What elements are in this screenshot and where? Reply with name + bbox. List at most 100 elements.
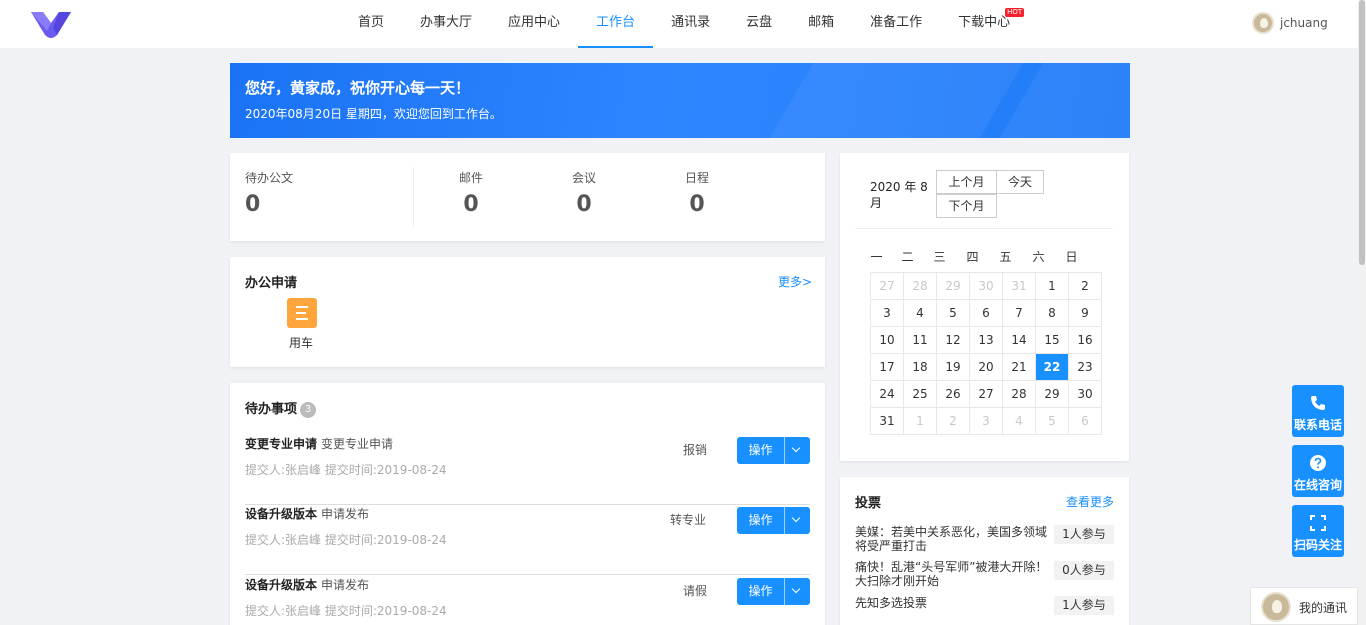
calendar-day[interactable]: 11 bbox=[904, 327, 937, 354]
calendar-day[interactable]: 7 bbox=[1003, 300, 1036, 327]
app-label-vehicle[interactable]: 用车 bbox=[289, 334, 313, 351]
calendar-day[interactable]: 17 bbox=[871, 354, 904, 381]
calendar-day[interactable]: 6 bbox=[1069, 408, 1102, 435]
calendar-day[interactable]: 5 bbox=[1036, 408, 1069, 435]
contact-phone-button[interactable]: 联系电话 bbox=[1292, 385, 1344, 437]
nav-mailbox[interactable]: 邮箱 bbox=[790, 0, 852, 48]
my-contacts-widget[interactable]: 我的通讯 bbox=[1250, 587, 1358, 625]
calendar-day[interactable]: 5 bbox=[937, 300, 970, 327]
stat-label: 会议 bbox=[572, 171, 597, 185]
user-menu[interactable]: jchuang bbox=[1252, 12, 1328, 34]
todo-meta: 提交人:张启峰 提交时间:2019-08-24 bbox=[245, 604, 447, 618]
calendar-day[interactable]: 31 bbox=[1003, 273, 1036, 300]
todo-item[interactable]: 设备升级版本 申请发布 提交人:张启峰 提交时间:2019-08-24 转专业 操… bbox=[245, 505, 810, 575]
operate-dropdown-button[interactable]: 操作 bbox=[737, 507, 810, 534]
calendar-day[interactable]: 1 bbox=[1036, 273, 1069, 300]
calendar-day[interactable]: 18 bbox=[904, 354, 937, 381]
calendar-day[interactable]: 1 bbox=[904, 408, 937, 435]
calendar-day[interactable]: 13 bbox=[970, 327, 1003, 354]
calendar-day[interactable]: 25 bbox=[904, 381, 937, 408]
calendar-day[interactable]: 28 bbox=[1003, 381, 1036, 408]
operate-button[interactable]: 操作 bbox=[737, 437, 785, 464]
calendar-day[interactable]: 6 bbox=[970, 300, 1003, 327]
calendar-day[interactable]: 28 bbox=[904, 273, 937, 300]
nav-app-center[interactable]: 应用中心 bbox=[490, 0, 578, 48]
calendar-day[interactable]: 30 bbox=[1069, 381, 1102, 408]
calendar-grid: 27 28 29 30 31 1 2 3 4 5 6 7 8 9 10 11 12 13 14 15 16 17 18 19 2… bbox=[870, 272, 1102, 435]
online-consult-button[interactable]: 在线咨询 bbox=[1292, 445, 1344, 497]
nav-service-hall[interactable]: 办事大厅 bbox=[402, 0, 490, 48]
page-scrollbar[interactable] bbox=[1358, 0, 1366, 625]
calendar-day-today[interactable]: 22 bbox=[1036, 354, 1069, 381]
calendar-day[interactable]: 16 bbox=[1069, 327, 1102, 354]
chevron-down-icon[interactable] bbox=[785, 437, 810, 464]
calendar-day[interactable]: 9 bbox=[1069, 300, 1102, 327]
operate-dropdown-button[interactable]: 操作 bbox=[737, 437, 810, 464]
stat-label: 待办公文 bbox=[245, 171, 294, 185]
calendar-day[interactable]: 14 bbox=[1003, 327, 1036, 354]
chevron-down-icon[interactable] bbox=[785, 578, 810, 605]
calendar-day[interactable]: 29 bbox=[1036, 381, 1069, 408]
calendar-day[interactable]: 23 bbox=[1069, 354, 1102, 381]
calendar-day[interactable]: 8 bbox=[1036, 300, 1069, 327]
stat-schedule[interactable]: 日程 0 bbox=[685, 169, 709, 217]
calendar-day[interactable]: 15 bbox=[1036, 327, 1069, 354]
todo-item[interactable]: 变更专业申请 变更专业申请 提交人:张启峰 提交时间:2019-08-24 报销 … bbox=[245, 435, 810, 505]
stat-meetings[interactable]: 会议 0 bbox=[572, 169, 596, 217]
stat-pending-documents[interactable]: 待办公文 0 bbox=[245, 169, 293, 217]
vote-count: 1人参与 bbox=[1054, 596, 1114, 615]
stat-value: 0 bbox=[576, 192, 592, 217]
scrollbar-thumb[interactable] bbox=[1359, 0, 1365, 265]
weekday: 五 bbox=[999, 250, 1012, 264]
calendar-day[interactable]: 24 bbox=[871, 381, 904, 408]
calendar-day[interactable]: 29 bbox=[937, 273, 970, 300]
vote-text: 美媒：若美中关系恶化，美国多领域将受严重打击 bbox=[855, 525, 1048, 553]
calendar-day[interactable]: 12 bbox=[937, 327, 970, 354]
calendar-day[interactable]: 27 bbox=[970, 381, 1003, 408]
calendar-day[interactable]: 30 bbox=[970, 273, 1003, 300]
next-month-button[interactable]: 下个月 bbox=[936, 194, 997, 218]
calendar-day[interactable]: 2 bbox=[937, 408, 970, 435]
nav-home[interactable]: 首页 bbox=[340, 0, 402, 48]
nav-cloud-drive[interactable]: 云盘 bbox=[728, 0, 790, 48]
office-application-card: 办公申请 更多> 用车 bbox=[230, 257, 825, 367]
nav-contacts[interactable]: 通讯录 bbox=[653, 0, 728, 48]
top-navbar: 首页 办事大厅 应用中心 工作台 通讯录 云盘 邮箱 准备工作 下载中心 HOT … bbox=[0, 0, 1366, 48]
chevron-down-icon[interactable] bbox=[785, 507, 810, 534]
stat-mail[interactable]: 邮件 0 bbox=[459, 169, 483, 217]
logo[interactable] bbox=[30, 9, 72, 39]
list-icon[interactable] bbox=[287, 298, 317, 328]
calendar-day[interactable]: 21 bbox=[1003, 354, 1036, 381]
calendar-day[interactable]: 4 bbox=[1003, 408, 1036, 435]
nav-download-center[interactable]: 下载中心 HOT bbox=[940, 0, 1028, 48]
nav-preparation[interactable]: 准备工作 bbox=[852, 0, 940, 48]
todo-card: 待办事项 3 变更专业申请 变更专业申请 提交人:张启峰 提交时间:2019-08-… bbox=[230, 383, 825, 625]
float-label: 在线咨询 bbox=[1293, 478, 1342, 492]
calendar-day[interactable]: 31 bbox=[871, 408, 904, 435]
calendar-day[interactable]: 10 bbox=[871, 327, 904, 354]
operate-button[interactable]: 操作 bbox=[737, 578, 785, 605]
calendar-day[interactable]: 27 bbox=[871, 273, 904, 300]
operate-button[interactable]: 操作 bbox=[737, 507, 785, 534]
view-more-link[interactable]: 查看更多 bbox=[1066, 493, 1114, 510]
todo-item[interactable]: 设备升级版本 申请发布 提交人:张启峰 提交时间:2019-08-24 请假 操作 bbox=[245, 576, 810, 625]
operate-dropdown-button[interactable]: 操作 bbox=[737, 578, 810, 605]
calendar-day[interactable]: 4 bbox=[904, 300, 937, 327]
stat-value: 0 bbox=[245, 192, 261, 217]
calendar-day[interactable]: 19 bbox=[937, 354, 970, 381]
calendar-day[interactable]: 3 bbox=[970, 408, 1003, 435]
more-link[interactable]: 更多> bbox=[778, 273, 812, 290]
username: jchuang bbox=[1280, 16, 1328, 30]
prev-month-button[interactable]: 上个月 bbox=[936, 170, 997, 194]
nav-workbench[interactable]: 工作台 bbox=[578, 0, 654, 48]
stat-value: 0 bbox=[689, 192, 705, 217]
scan-follow-button[interactable]: 扫码关注 bbox=[1292, 505, 1344, 557]
greeting-date: 2020年08月20日 星期四，欢迎您回到工作台。 bbox=[245, 107, 502, 121]
count-badge: 3 bbox=[300, 402, 317, 418]
calendar-day[interactable]: 3 bbox=[871, 300, 904, 327]
calendar-day[interactable]: 2 bbox=[1069, 273, 1102, 300]
calendar-day[interactable]: 26 bbox=[937, 381, 970, 408]
calendar-day[interactable]: 20 bbox=[970, 354, 1003, 381]
today-button[interactable]: 今天 bbox=[996, 170, 1044, 194]
todo-tag: 转专业 bbox=[670, 513, 707, 527]
